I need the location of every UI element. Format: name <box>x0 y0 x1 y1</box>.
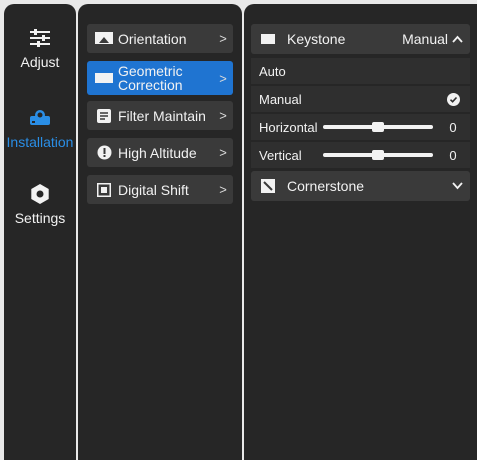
slider-horizontal-track[interactable] <box>323 122 433 132</box>
digital-shift-icon <box>95 182 113 197</box>
option-auto[interactable]: Auto <box>251 58 470 84</box>
cornerstone-header[interactable]: Cornerstone <box>251 171 470 201</box>
slider-vertical-value: 0 <box>449 147 457 163</box>
slider-horizontal-label: Horizontal <box>259 119 318 135</box>
slider-vertical-thumb[interactable] <box>372 150 384 160</box>
menu-item-digital-shift[interactable]: Digital Shift > <box>87 175 233 204</box>
menu-item-orientation[interactable]: Orientation > <box>87 24 233 53</box>
slider-vertical[interactable]: Vertical 0 <box>251 142 470 168</box>
slider-horizontal-value: 0 <box>449 119 457 135</box>
menu-label-geometric-correction: Geometric Correction <box>118 63 183 93</box>
option-manual[interactable]: Manual <box>251 86 470 112</box>
sliders-icon <box>30 29 50 47</box>
chevron-right-icon: > <box>219 31 227 46</box>
keystone-header[interactable]: Keystone Manual <box>251 24 470 54</box>
keystone-value: Manual <box>402 31 448 47</box>
chevron-up-icon <box>452 32 466 46</box>
option-auto-label: Auto <box>259 63 286 79</box>
chevron-right-icon: > <box>219 108 227 123</box>
nav-panel: Adjust Installation Settings <box>4 4 76 460</box>
screen-icon <box>95 71 113 85</box>
slider-vertical-track[interactable] <box>323 150 433 160</box>
slider-horizontal[interactable]: Horizontal 0 <box>251 114 470 140</box>
chevron-right-icon: > <box>219 182 227 197</box>
keystone-icon <box>261 34 275 44</box>
menu-label-orientation: Orientation <box>118 30 187 47</box>
projector-icon <box>30 110 50 125</box>
cornerstone-title: Cornerstone <box>287 178 365 194</box>
menu-panel: Orientation > Geometric Correction > Fil… <box>78 4 242 460</box>
menu-label-digital-shift: Digital Shift <box>118 181 189 198</box>
cornerstone-icon <box>261 179 275 193</box>
menu-item-filter-maintain[interactable]: Filter Maintain > <box>87 101 233 130</box>
nav-item-settings[interactable]: Settings <box>4 184 76 226</box>
gear-icon <box>31 184 49 204</box>
filter-icon <box>95 108 113 123</box>
chevron-right-icon: > <box>219 145 227 160</box>
orientation-icon <box>95 32 113 46</box>
option-manual-label: Manual <box>259 91 302 107</box>
nav-label-installation: Installation <box>6 134 74 150</box>
chevron-right-icon: > <box>219 70 227 86</box>
nav-label-settings: Settings <box>14 210 66 226</box>
nav-item-installation[interactable]: Installation <box>4 108 76 150</box>
keystone-title: Keystone <box>287 31 346 47</box>
nav-label-adjust: Adjust <box>20 54 60 70</box>
nav-item-adjust[interactable]: Adjust <box>4 28 76 70</box>
menu-item-high-altitude[interactable]: High Altitude > <box>87 138 233 167</box>
slider-horizontal-thumb[interactable] <box>372 122 384 132</box>
detail-panel: Keystone Manual Auto Manual Horizontal 0… <box>244 4 477 460</box>
menu-label-filter-maintain: Filter Maintain <box>118 107 206 124</box>
checkmark-icon <box>447 92 460 106</box>
chevron-down-icon <box>452 179 466 193</box>
slider-vertical-label: Vertical <box>259 147 302 163</box>
menu-item-geometric-correction[interactable]: Geometric Correction > <box>87 61 233 95</box>
altitude-icon <box>95 145 113 160</box>
menu-label-high-altitude: High Altitude <box>118 144 197 161</box>
